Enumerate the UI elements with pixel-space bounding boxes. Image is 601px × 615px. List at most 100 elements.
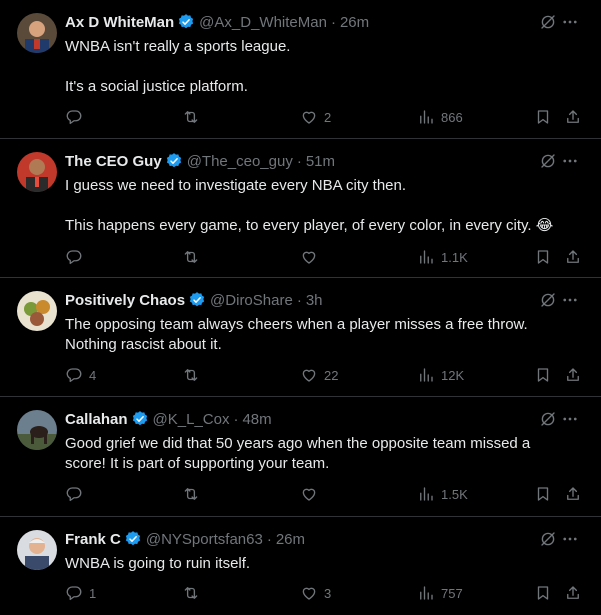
- tweet-text: Good grief we did that 50 years ago when…: [65, 434, 581, 474]
- views-icon: [420, 368, 433, 382]
- retweet-button[interactable]: [182, 484, 206, 504]
- reply-button[interactable]: 4: [65, 365, 96, 385]
- view-count: 1.1K: [441, 249, 468, 265]
- verified-badge-icon: [166, 153, 181, 168]
- bookmark-button[interactable]: [534, 365, 552, 385]
- bookmark-button[interactable]: [534, 107, 552, 127]
- views-button[interactable]: 1.5K: [417, 484, 468, 504]
- bookmark-button[interactable]: [534, 484, 552, 504]
- tweet[interactable]: The CEO Guy @The_ceo_guy · 51m I guess w…: [0, 139, 601, 278]
- more-icon[interactable]: [561, 13, 579, 31]
- reply-icon: [66, 250, 82, 265]
- tweet[interactable]: Ax D WhiteMan @Ax_D_WhiteMan · 26m WNBA …: [0, 0, 601, 139]
- like-button[interactable]: [300, 247, 324, 267]
- retweet-button[interactable]: [182, 107, 206, 127]
- author-name[interactable]: Positively Chaos: [65, 292, 185, 309]
- separator-dot: ·: [296, 152, 302, 170]
- heart-icon: [302, 111, 316, 124]
- timestamp[interactable]: 26m: [340, 14, 369, 31]
- verified-badge-icon: [179, 14, 194, 29]
- bookmark-button[interactable]: [534, 247, 552, 267]
- share-button[interactable]: [564, 484, 582, 504]
- grok-icon[interactable]: [539, 530, 557, 548]
- reply-button[interactable]: 1: [65, 583, 96, 603]
- share-button[interactable]: [564, 583, 582, 603]
- retweet-button[interactable]: [182, 583, 206, 603]
- tweet[interactable]: Callahan @K_L_Cox · 48m Good grief we di…: [0, 397, 601, 517]
- like-button[interactable]: 22: [300, 365, 338, 385]
- views-button[interactable]: 757: [417, 583, 463, 603]
- action-bar: 2 866: [65, 107, 581, 127]
- author-name[interactable]: Ax D WhiteMan: [65, 14, 174, 31]
- tweet-line: score! It is part of supporting your tea…: [65, 455, 330, 472]
- timestamp[interactable]: 26m: [276, 531, 305, 548]
- share-button[interactable]: [564, 247, 582, 267]
- like-count: 2: [324, 109, 332, 125]
- tweet-line: WNBA is going to ruin itself.: [65, 555, 251, 572]
- views-button[interactable]: 866: [417, 107, 463, 127]
- author-handle[interactable]: @The_ceo_guy: [187, 153, 293, 170]
- more-icon[interactable]: [561, 152, 579, 170]
- author-name[interactable]: Frank C: [65, 531, 121, 548]
- action-bar: 1.1K: [65, 247, 581, 267]
- bookmark-icon: [537, 487, 549, 501]
- tweet-line: Good grief we did that 50 years ago when…: [65, 435, 531, 452]
- retweet-button[interactable]: [182, 365, 206, 385]
- retweet-icon: [184, 369, 198, 381]
- author-handle[interactable]: @K_L_Cox: [153, 411, 230, 428]
- timestamp[interactable]: 51m: [306, 153, 335, 170]
- reply-count: 1: [89, 585, 97, 601]
- bookmark-icon: [537, 250, 549, 264]
- author-name[interactable]: The CEO Guy: [65, 153, 162, 170]
- like-button[interactable]: 2: [300, 107, 331, 127]
- more-icon[interactable]: [561, 530, 579, 548]
- more-icon[interactable]: [561, 291, 579, 309]
- more-icon[interactable]: [561, 410, 579, 428]
- reply-button[interactable]: [65, 484, 89, 504]
- share-icon: [567, 487, 579, 500]
- tweet[interactable]: Positively Chaos @DiroShare · 3h The opp…: [0, 278, 601, 397]
- avatar[interactable]: [17, 13, 57, 53]
- author-handle[interactable]: @NYSportsfan63: [146, 531, 263, 548]
- grok-icon[interactable]: [539, 410, 557, 428]
- author-handle[interactable]: @Ax_D_WhiteMan: [199, 14, 327, 31]
- reply-button[interactable]: [65, 247, 89, 267]
- views-button[interactable]: 1.1K: [417, 247, 468, 267]
- tweet-line: It's a social justice platform.: [65, 78, 248, 95]
- retweet-button[interactable]: [182, 247, 206, 267]
- tweet-line: I guess we need to investigate every NBA…: [65, 177, 407, 194]
- grok-icon[interactable]: [539, 13, 557, 31]
- tweet-text: WNBA isn't really a sports league. It's …: [65, 37, 581, 97]
- author-name[interactable]: Callahan: [65, 411, 128, 428]
- like-button[interactable]: [300, 484, 324, 504]
- grok-icon[interactable]: [539, 152, 557, 170]
- tweet-text: The opposing team always cheers when a p…: [65, 315, 581, 355]
- verified-badge-icon: [132, 411, 147, 426]
- timestamp[interactable]: 48m: [242, 411, 271, 428]
- tweet-line: The opposing team always cheers when a p…: [65, 316, 528, 333]
- share-button[interactable]: [564, 365, 582, 385]
- separator-dot: ·: [266, 530, 272, 548]
- view-count: 866: [441, 109, 463, 125]
- avatar[interactable]: [17, 410, 57, 450]
- views-button[interactable]: 12K: [417, 365, 464, 385]
- like-button[interactable]: 3: [300, 583, 331, 603]
- tweet[interactable]: Frank C @NYSportsfan63 · 26m WNBA is goi…: [0, 517, 601, 615]
- share-icon: [567, 368, 579, 381]
- heart-icon: [302, 251, 316, 264]
- views-icon: [420, 487, 433, 501]
- author-handle[interactable]: @DiroShare: [210, 292, 293, 309]
- reply-feed: Ax D WhiteMan @Ax_D_WhiteMan · 26m WNBA …: [0, 0, 601, 615]
- avatar[interactable]: [17, 291, 57, 331]
- heart-icon: [302, 587, 316, 600]
- avatar[interactable]: [17, 152, 57, 192]
- views-icon: [420, 586, 433, 600]
- share-button[interactable]: [564, 107, 582, 127]
- separator-dot: ·: [330, 13, 336, 31]
- grok-icon[interactable]: [539, 291, 557, 309]
- avatar[interactable]: [17, 530, 57, 570]
- timestamp[interactable]: 3h: [306, 292, 323, 309]
- reply-button[interactable]: [65, 107, 89, 127]
- retweet-icon: [184, 488, 198, 500]
- bookmark-button[interactable]: [534, 583, 552, 603]
